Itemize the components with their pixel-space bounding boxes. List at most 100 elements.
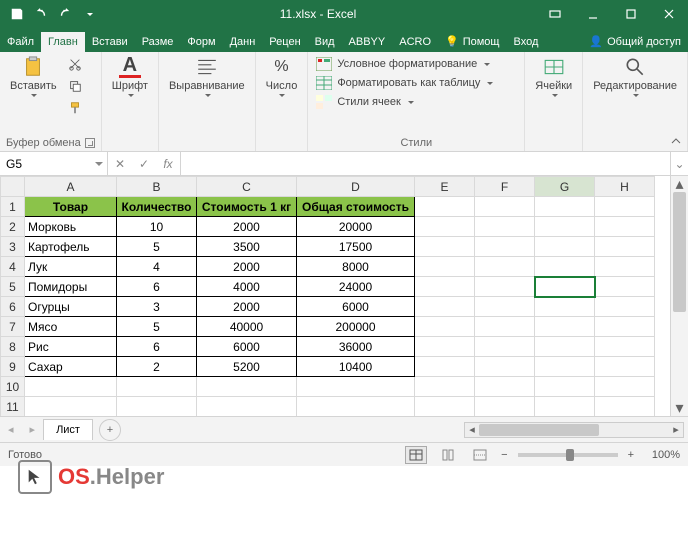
cell[interactable]: 6000 — [197, 337, 297, 357]
row-header[interactable]: 7 — [1, 317, 25, 337]
alignment-button[interactable]: Выравнивание — [165, 54, 249, 99]
cells-button[interactable]: Ячейки — [531, 54, 576, 99]
col-header-e[interactable]: E — [415, 177, 475, 197]
cell[interactable]: 5200 — [197, 357, 297, 377]
cell[interactable]: 2 — [117, 357, 197, 377]
sheet-nav-next[interactable]: ▸ — [22, 423, 44, 436]
cell[interactable]: 40000 — [197, 317, 297, 337]
cell[interactable]: 6 — [117, 337, 197, 357]
cell[interactable] — [535, 317, 595, 337]
scroll-up-button[interactable]: ▴ — [671, 176, 688, 192]
cell[interactable]: 17500 — [297, 237, 415, 257]
cell[interactable] — [415, 257, 475, 277]
col-header-h[interactable]: H — [595, 177, 655, 197]
cancel-formula-button[interactable]: ✕ — [108, 157, 132, 171]
close-button[interactable] — [650, 0, 688, 28]
cell[interactable] — [595, 337, 655, 357]
cell[interactable] — [535, 197, 595, 217]
cell[interactable] — [415, 377, 475, 397]
cell[interactable] — [535, 357, 595, 377]
tab-abbyy[interactable]: ABBYY — [342, 32, 393, 52]
row-header[interactable]: 1 — [1, 197, 25, 217]
cell[interactable] — [117, 377, 197, 397]
cell[interactable] — [197, 397, 297, 417]
normal-view-button[interactable] — [405, 446, 427, 464]
cell[interactable]: 6 — [117, 277, 197, 297]
cell[interactable] — [297, 377, 415, 397]
tab-formulas[interactable]: Форм — [180, 32, 222, 52]
enter-formula-button[interactable]: ✓ — [132, 157, 156, 171]
cell[interactable]: Огурцы — [25, 297, 117, 317]
cell[interactable]: 200000 — [297, 317, 415, 337]
fx-button[interactable]: fx — [156, 157, 180, 171]
format-painter-button[interactable] — [65, 98, 85, 118]
col-header-f[interactable]: F — [475, 177, 535, 197]
minimize-button[interactable] — [574, 0, 612, 28]
cell[interactable] — [415, 277, 475, 297]
row-header[interactable]: 5 — [1, 277, 25, 297]
tab-home[interactable]: Главн — [41, 32, 85, 52]
cell[interactable] — [475, 397, 535, 417]
vertical-scrollbar[interactable]: ▴ ▾ — [670, 176, 688, 416]
sheet-tab[interactable]: Лист — [43, 419, 93, 440]
paste-button[interactable]: Вставить — [6, 54, 61, 99]
cell[interactable] — [595, 197, 655, 217]
cell[interactable]: Количество — [117, 197, 197, 217]
zoom-thumb[interactable] — [566, 449, 574, 461]
cell[interactable] — [595, 397, 655, 417]
collapse-ribbon-button[interactable] — [668, 133, 684, 149]
scroll-down-button[interactable]: ▾ — [671, 400, 688, 416]
cell[interactable] — [595, 377, 655, 397]
zoom-out-button[interactable]: − — [501, 449, 507, 461]
tell-me-button[interactable]: 💡Помощ — [438, 31, 506, 52]
cell[interactable]: 2000 — [197, 257, 297, 277]
cell[interactable]: 5 — [117, 317, 197, 337]
number-button[interactable]: %Число — [262, 54, 302, 99]
col-header-b[interactable]: B — [117, 177, 197, 197]
cell[interactable] — [475, 237, 535, 257]
cell[interactable] — [415, 297, 475, 317]
row-header[interactable]: 6 — [1, 297, 25, 317]
row-header[interactable]: 8 — [1, 337, 25, 357]
row-header[interactable]: 11 — [1, 397, 25, 417]
cell[interactable] — [415, 317, 475, 337]
cell[interactable] — [535, 337, 595, 357]
cell[interactable]: 20000 — [297, 217, 415, 237]
horizontal-scrollbar[interactable]: ◂ ▸ — [464, 422, 684, 438]
formula-input[interactable] — [181, 152, 670, 175]
cell[interactable]: 3500 — [197, 237, 297, 257]
cell[interactable] — [535, 217, 595, 237]
format-as-table-button[interactable]: Форматировать как таблицу — [314, 75, 495, 91]
grid[interactable]: A B C D E F G H 1 Товар Количество Стоим… — [0, 176, 670, 416]
col-header-g[interactable]: G — [535, 177, 595, 197]
cell[interactable] — [595, 217, 655, 237]
zoom-in-button[interactable]: + — [628, 449, 634, 461]
cell[interactable]: Сахар — [25, 357, 117, 377]
cell[interactable] — [415, 337, 475, 357]
cell[interactable] — [197, 377, 297, 397]
select-all-button[interactable] — [1, 177, 25, 197]
col-header-a[interactable]: A — [25, 177, 117, 197]
scroll-thumb[interactable] — [673, 192, 686, 312]
cell[interactable] — [535, 397, 595, 417]
undo-button[interactable] — [30, 4, 52, 24]
cell[interactable] — [595, 237, 655, 257]
cut-button[interactable] — [65, 54, 85, 74]
maximize-button[interactable] — [612, 0, 650, 28]
cell[interactable]: 6000 — [297, 297, 415, 317]
cell[interactable] — [475, 257, 535, 277]
cell[interactable]: 5 — [117, 237, 197, 257]
cell[interactable]: Стоимость 1 кг — [197, 197, 297, 217]
tab-acro[interactable]: ACRO — [392, 32, 438, 52]
cell[interactable] — [415, 197, 475, 217]
cell[interactable] — [475, 337, 535, 357]
cell[interactable]: 4 — [117, 257, 197, 277]
save-button[interactable] — [6, 4, 28, 24]
tab-file[interactable]: Файл — [0, 32, 41, 52]
name-box[interactable]: G5 — [0, 152, 108, 175]
cell[interactable] — [595, 357, 655, 377]
conditional-format-button[interactable]: Условное форматирование — [314, 56, 492, 72]
cell[interactable] — [475, 357, 535, 377]
cell[interactable] — [535, 297, 595, 317]
col-header-d[interactable]: D — [297, 177, 415, 197]
